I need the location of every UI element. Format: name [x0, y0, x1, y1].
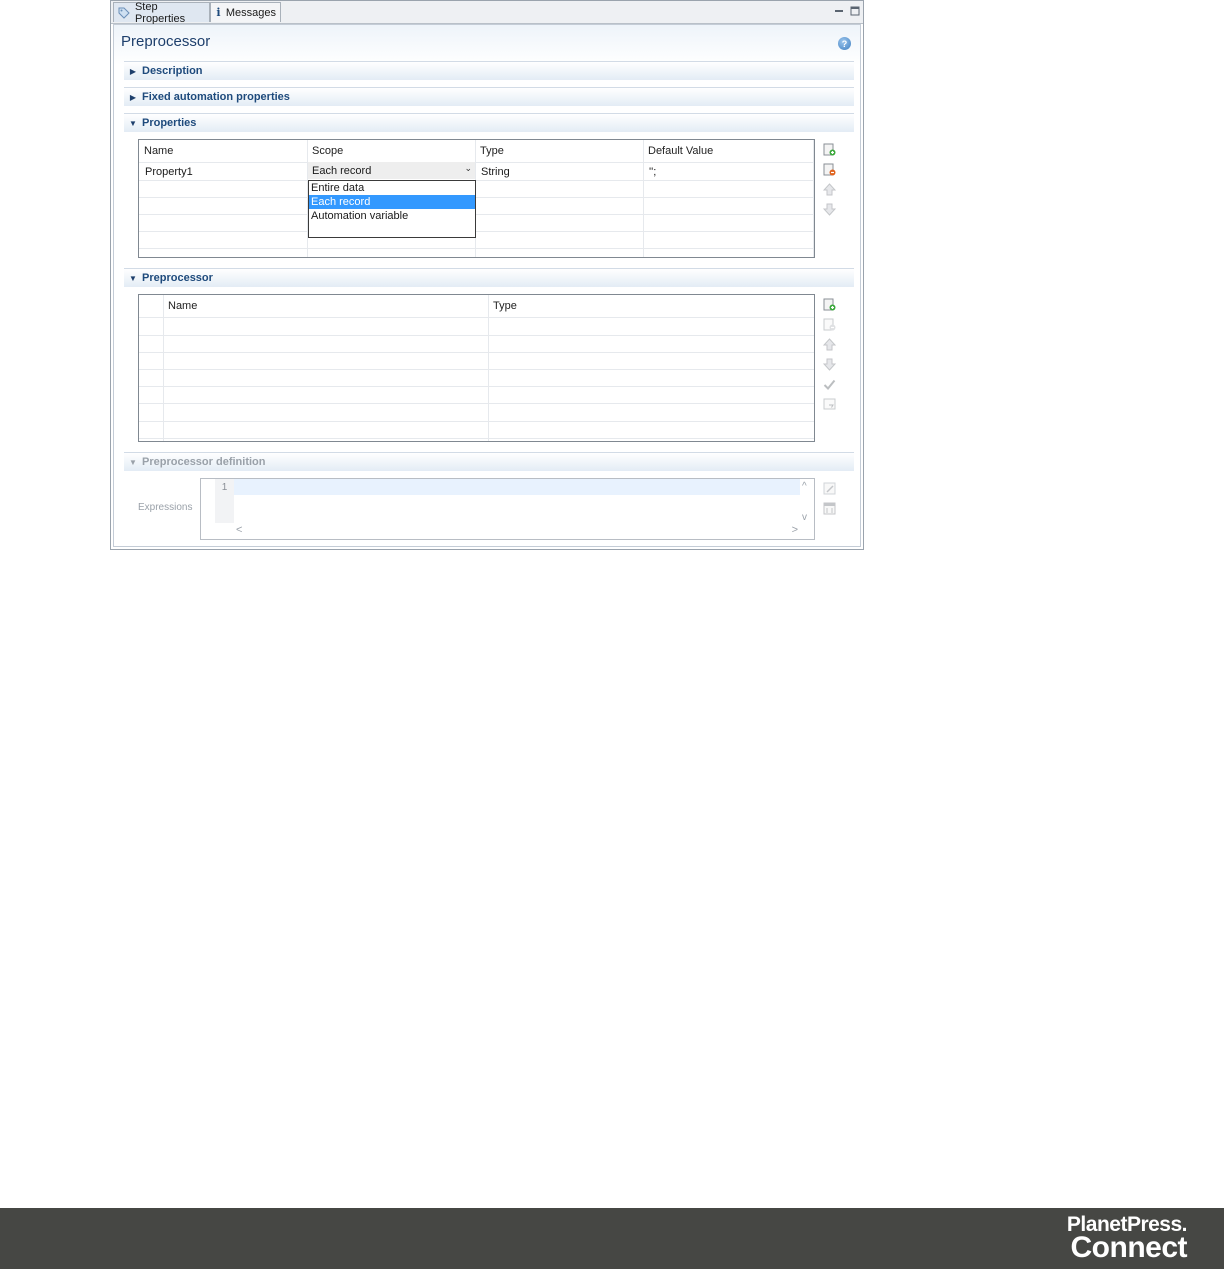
scope-dropdown-list: Entire data Each record Automation varia…	[308, 180, 476, 238]
collapse-arrow-icon: ▼	[129, 457, 137, 467]
step-properties-view: Step Properties i Messages Preprocessor …	[110, 0, 864, 550]
vertical-scrollbar[interactable]: ^ v	[802, 479, 812, 523]
column-header-name[interactable]: Name	[139, 140, 307, 162]
minimize-icon[interactable]	[832, 4, 846, 18]
add-row-icon[interactable]	[822, 297, 836, 311]
move-up-icon[interactable]	[822, 337, 836, 351]
move-down-icon[interactable]	[822, 202, 836, 216]
edit-script-icon[interactable]	[822, 397, 836, 411]
check-icon[interactable]	[822, 377, 836, 391]
tag-icon	[118, 6, 131, 20]
section-fixed-automation-properties[interactable]: ▶ Fixed automation properties	[124, 87, 854, 106]
scope-combo[interactable]: Each record ⌄	[308, 162, 475, 179]
section-label: Fixed automation properties	[142, 91, 290, 103]
delete-row-icon[interactable]	[822, 317, 836, 331]
expression-builder-icon[interactable]	[822, 501, 836, 515]
definition-toolbar	[822, 481, 838, 521]
table-cell-default-value[interactable]: '';	[643, 163, 811, 180]
delete-row-icon[interactable]	[822, 162, 836, 176]
move-up-icon[interactable]	[822, 182, 836, 196]
scope-combo-value: Each record	[312, 164, 372, 177]
maximize-icon[interactable]	[848, 4, 862, 18]
scroll-right-icon[interactable]: >	[792, 524, 798, 536]
table-cell-type[interactable]: String	[475, 163, 643, 180]
expression-editor[interactable]: 1 ^ v < >	[200, 478, 815, 540]
dropdown-option-selected[interactable]: Each record	[309, 195, 475, 209]
section-label: Properties	[142, 117, 197, 129]
dropdown-option[interactable]: Automation variable	[309, 209, 475, 223]
column-header-selector	[139, 295, 163, 317]
section-description[interactable]: ▶ Description	[124, 61, 854, 80]
section-properties[interactable]: ▼ Properties	[124, 113, 854, 132]
expand-arrow-icon: ▶	[129, 66, 137, 76]
expression-label: Expressions	[138, 502, 193, 513]
column-header-scope[interactable]: Scope	[307, 140, 475, 162]
scroll-left-icon[interactable]: <	[236, 524, 242, 536]
table-cell-name[interactable]: Property1	[139, 163, 307, 180]
column-header-type[interactable]: Type	[488, 295, 813, 317]
collapse-arrow-icon: ▼	[129, 273, 137, 283]
form-title: Preprocessor	[121, 33, 211, 50]
expand-arrow-icon: ▶	[129, 92, 137, 102]
scroll-down-icon[interactable]: v	[802, 512, 807, 523]
horizontal-scrollbar[interactable]: < >	[234, 523, 800, 539]
column-header-type[interactable]: Type	[475, 140, 643, 162]
properties-toolbar	[822, 142, 838, 222]
view-tab-bar: Step Properties i Messages	[111, 0, 863, 25]
column-header-name[interactable]: Name	[163, 295, 488, 317]
chevron-down-icon[interactable]: ⌄	[464, 163, 472, 174]
tab-step-properties[interactable]: Step Properties	[113, 0, 210, 25]
help-icon[interactable]: ?	[838, 37, 851, 50]
tab-label: Step Properties	[134, 0, 186, 25]
scroll-up-icon[interactable]: ^	[802, 481, 807, 492]
preprocessor-form: Preprocessor ? ▶ Description ▶ Fixed aut…	[113, 24, 861, 547]
preprocessor-toolbar	[822, 297, 838, 417]
section-preprocessor[interactable]: ▼ Preprocessor	[124, 268, 854, 287]
preprocessor-table: Name Type	[138, 294, 815, 442]
brand-logo-line2: Connect	[1070, 1231, 1188, 1264]
section-label: Description	[142, 65, 203, 77]
section-preprocessor-definition[interactable]: ▼ Preprocessor definition	[124, 452, 854, 471]
edit-expression-icon[interactable]	[822, 481, 836, 495]
footer-bar	[0, 1208, 1224, 1269]
section-label: Preprocessor definition	[142, 456, 266, 468]
properties-table: Name Scope Type Default Value Property1 …	[138, 139, 815, 258]
section-label: Preprocessor	[142, 272, 213, 284]
add-row-icon[interactable]	[822, 142, 836, 156]
column-header-default-value[interactable]: Default Value	[643, 140, 813, 162]
dropdown-option[interactable]: Entire data	[309, 181, 475, 195]
info-icon: i	[216, 6, 221, 19]
tab-label: Messages	[225, 6, 276, 19]
tab-messages[interactable]: i Messages	[210, 2, 281, 22]
line-number-gutter: 1	[215, 479, 234, 523]
current-line-highlight	[234, 479, 800, 495]
collapse-arrow-icon: ▼	[129, 118, 137, 128]
move-down-icon[interactable]	[822, 357, 836, 371]
